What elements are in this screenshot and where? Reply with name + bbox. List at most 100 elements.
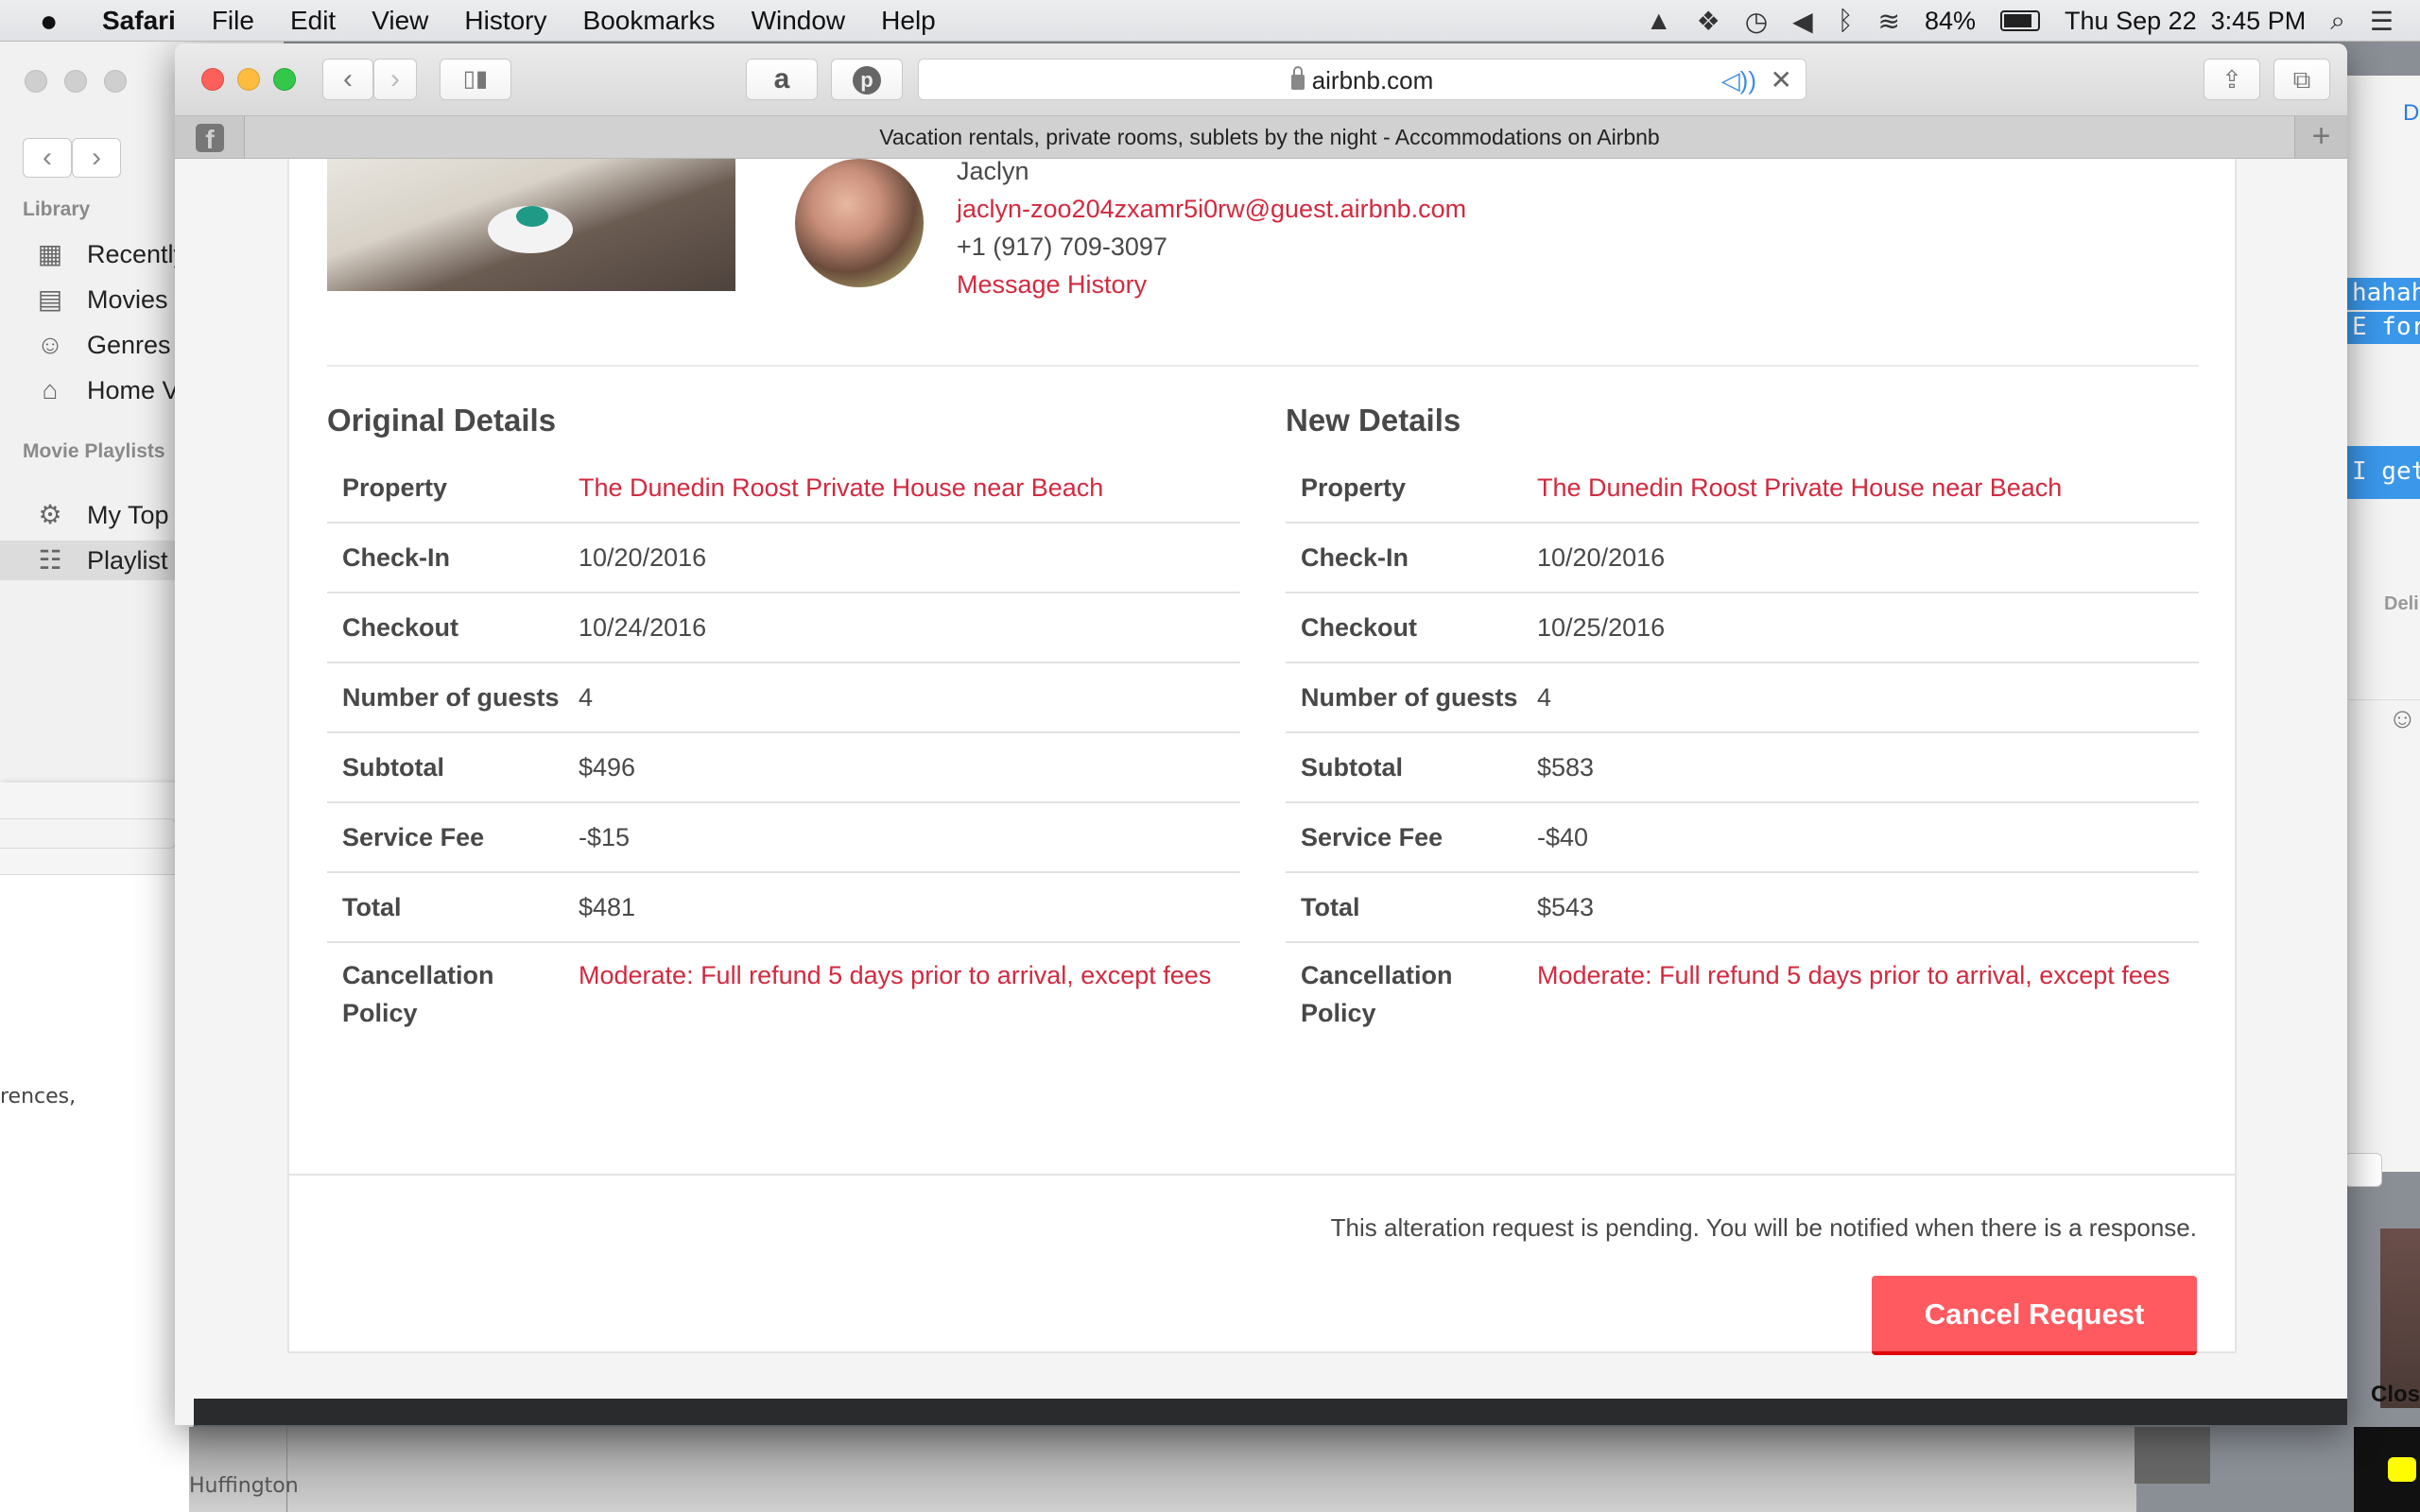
details-label: Checkout	[1301, 613, 1418, 642]
time-machine-icon[interactable]: ◷	[1745, 6, 1768, 37]
address-bar[interactable]: airbnb.com ◁)) ✕	[918, 59, 1806, 100]
details-label: Number of guests	[342, 683, 560, 712]
volume-icon[interactable]: ◀	[1792, 6, 1813, 37]
close-label[interactable]: Close	[2371, 1382, 2420, 1408]
details-value-link[interactable]: The Dunedin Roost Private House near Bea…	[1537, 469, 2199, 507]
guest-phone: +1 (917) 709-3097	[957, 232, 1167, 261]
guest-name: Jaclyn	[957, 157, 1029, 185]
details-value: -$40	[1537, 823, 1589, 851]
details-row: Total $481	[327, 873, 1240, 943]
wifi-icon[interactable]: ≋	[1878, 6, 1900, 37]
guest-avatar[interactable]	[795, 159, 924, 287]
page-content: Jaclyn jaclyn-zoo204zxamr5i0rw@guest.air…	[175, 157, 2347, 1399]
details-row: Total $543	[1286, 873, 2199, 943]
lock-icon	[1290, 66, 1305, 90]
battery-fill	[2004, 14, 2031, 27]
sidebar-item-label: My Top	[87, 500, 169, 529]
messages-header-fragment[interactable]: D	[2403, 100, 2419, 127]
dropbox-icon[interactable]: ❖	[1697, 6, 1720, 37]
message-history-link[interactable]: Message History	[957, 268, 1147, 301]
share-icon[interactable]: ⇪	[2204, 59, 2260, 100]
minimize-window-button[interactable]	[237, 68, 260, 91]
details-value: $583	[1537, 753, 1595, 782]
minimize-button[interactable]	[64, 70, 87, 93]
details-row: Property The Dunedin Roost Private House …	[1286, 454, 2199, 524]
details-row: Cancellation Policy Moderate: Full refund…	[1286, 943, 2199, 1032]
back-button[interactable]: ‹	[23, 138, 72, 178]
details-value-link[interactable]: The Dunedin Roost Private House near Bea…	[579, 469, 1240, 507]
menu-history[interactable]: History	[464, 6, 546, 36]
show-tabs-icon[interactable]: ⧉	[2273, 59, 2330, 100]
pinned-tab-facebook[interactable]: f	[175, 116, 245, 158]
stop-loading-icon[interactable]: ✕	[1771, 60, 1792, 101]
film-icon: ▤	[37, 284, 63, 314]
details-label: Subtotal	[342, 753, 444, 782]
new-tab-button[interactable]: +	[2294, 116, 2347, 158]
menu-bookmarks[interactable]: Bookmarks	[583, 6, 716, 36]
cancel-request-button[interactable]: Cancel Request	[1872, 1276, 2197, 1355]
pending-status-text: This alteration request is pending. You …	[1330, 1213, 2197, 1242]
close-button[interactable]	[25, 70, 47, 93]
audio-playing-icon[interactable]: ◁))	[1721, 60, 1756, 101]
playlist-icon: ☷	[38, 545, 62, 575]
details-value: $543	[1537, 893, 1595, 921]
details-row: Service Fee -$40	[1286, 803, 2199, 873]
menu-app-safari[interactable]: Safari	[102, 6, 176, 36]
details-row: Subtotal $496	[327, 733, 1240, 803]
bluetooth-icon[interactable]: ᛒ	[1838, 6, 1854, 36]
background-browser: Huffington	[189, 1427, 2136, 1512]
grid-icon: ▦	[37, 239, 63, 268]
amazon-bookmark-icon[interactable]: a	[746, 59, 818, 100]
search-field[interactable]	[0, 818, 176, 849]
menu-help[interactable]: Help	[881, 6, 936, 36]
window-button[interactable]	[2344, 1153, 2382, 1187]
details-value: 4	[579, 683, 594, 712]
details-label: Service Fee	[342, 823, 485, 851]
sidebar-item-label: Playlist	[87, 545, 168, 575]
snapchat-icon[interactable]	[2388, 1457, 2416, 1482]
listing-photo[interactable]	[327, 159, 735, 291]
menu-bar: ● Safari File Edit View History Bookmark…	[0, 0, 2420, 42]
details-value-link[interactable]: Moderate: Full refund 5 days prior to ar…	[1537, 956, 2199, 994]
new-details-table: Property The Dunedin Roost Private House …	[1286, 454, 2199, 1032]
battery-icon[interactable]	[2000, 10, 2041, 31]
details-value-link[interactable]: Moderate: Full refund 5 days prior to ar…	[579, 956, 1240, 994]
zoom-window-button[interactable]	[273, 68, 296, 91]
message-bubble: E for th	[2344, 312, 2420, 344]
guest-email-link[interactable]: jaclyn-zoo204zxamr5i0rw@guest.airbnb.com	[957, 193, 1466, 225]
apple-menu-icon[interactable]: ●	[40, 5, 66, 37]
menu-view[interactable]: View	[372, 6, 428, 36]
home-video-icon: ⌂	[42, 375, 59, 404]
background-panel	[2135, 1427, 2210, 1484]
close-window-button[interactable]	[201, 68, 224, 91]
details-row: Subtotal $583	[1286, 733, 2199, 803]
details-label: Property	[342, 473, 448, 502]
tab-active[interactable]: Vacation rentals, private rooms, sublets…	[245, 116, 2294, 158]
details-label: Cancellation Policy	[1301, 961, 1453, 1027]
details-value: 10/24/2016	[579, 613, 707, 642]
menu-edit[interactable]: Edit	[290, 6, 336, 36]
zoom-button[interactable]	[104, 70, 127, 93]
spotlight-search-icon[interactable]: ⌕	[2330, 6, 2345, 37]
message-bubble: hahaha	[2344, 278, 2420, 310]
details-value: $481	[579, 893, 636, 921]
menu-window[interactable]: Window	[752, 6, 846, 36]
details-row: Property The Dunedin Roost Private House …	[327, 454, 1240, 524]
emoji-icon[interactable]: ☺	[2388, 703, 2417, 735]
background-tab[interactable]	[189, 1427, 287, 1512]
notification-center-icon[interactable]: ☰	[2370, 6, 2394, 37]
safari-toolbar: ‹ › ▯▮ a p airbnb.com ◁)) ✕ ⇪ ⧉	[175, 43, 2347, 115]
details-label: Total	[342, 893, 402, 921]
forward-button[interactable]: ›	[373, 59, 417, 100]
back-button[interactable]: ‹	[322, 59, 373, 100]
sidebar-toggle-icon[interactable]: ▯▮	[440, 59, 511, 100]
forward-button[interactable]: ›	[72, 138, 121, 178]
masks-icon: ☺	[36, 330, 64, 359]
google-drive-icon[interactable]: ▲	[1646, 6, 1672, 36]
details-value: 10/25/2016	[1537, 613, 1666, 642]
clock[interactable]: Thu Sep 22 3:45 PM	[2065, 7, 2306, 36]
details-value: -$15	[579, 823, 631, 851]
menu-file[interactable]: File	[212, 6, 254, 36]
pinterest-bookmark-icon[interactable]: p	[831, 59, 903, 100]
huffington-tab-label[interactable]: Huffington	[189, 1474, 299, 1498]
